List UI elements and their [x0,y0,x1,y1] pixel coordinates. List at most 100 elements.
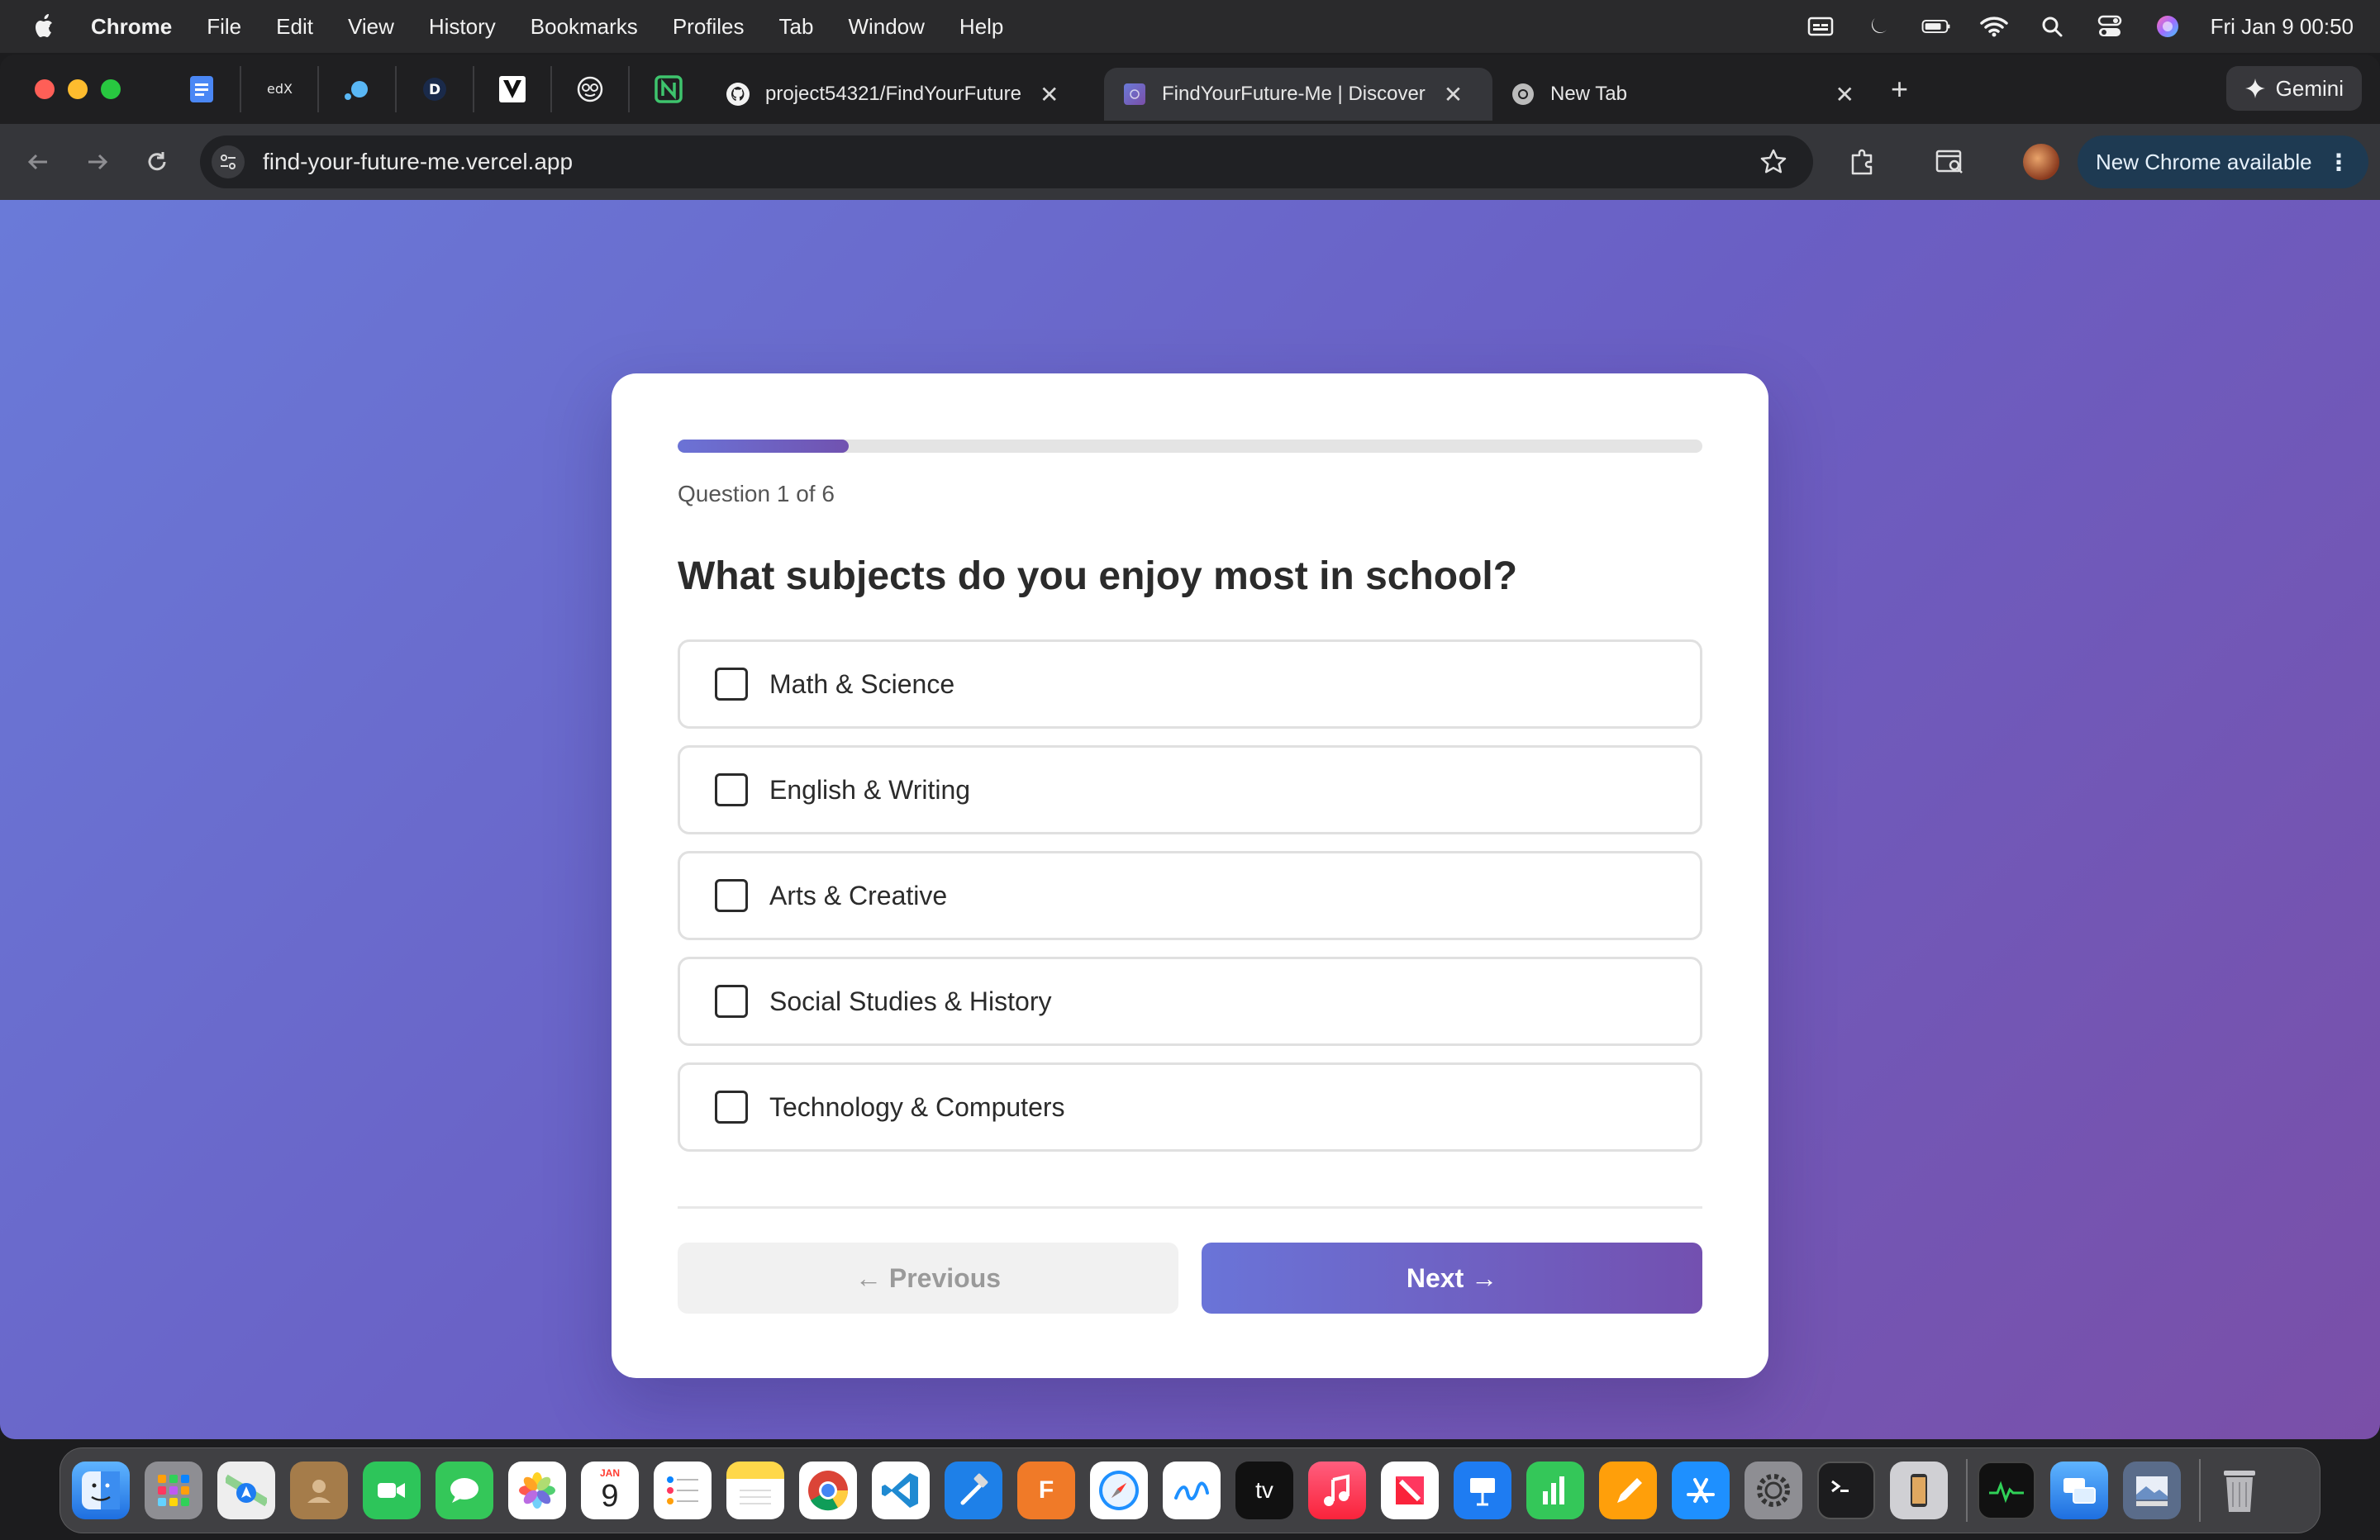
menu-app-name[interactable]: Chrome [91,14,172,40]
freeform-icon[interactable] [1163,1462,1221,1519]
app-store-icon[interactable] [1672,1462,1730,1519]
calendar-icon[interactable]: JAN 9 [581,1462,639,1519]
checkbox[interactable] [715,879,748,912]
numbers-icon[interactable] [1526,1462,1584,1519]
messages-icon[interactable] [436,1462,493,1519]
fusion-icon[interactable]: F [1017,1462,1075,1519]
pinned-tab-circle[interactable] [319,66,397,112]
close-tab-icon[interactable]: ✕ [1040,81,1059,108]
new-tab-plus-icon[interactable]: + [1891,72,1908,107]
terminal-icon[interactable] [1817,1462,1875,1519]
activity-monitor-icon[interactable] [1978,1462,2035,1519]
tab-active-findyourfuture[interactable]: FindYourFuture-Me | Discover ✕ [1104,68,1492,121]
battery-icon[interactable] [1921,15,1951,38]
option-english-writing[interactable]: English & Writing [678,745,1702,834]
option-label: Arts & Creative [769,880,948,910]
close-window-button[interactable] [35,79,55,99]
google-chrome-icon[interactable] [799,1462,857,1519]
vscode-icon[interactable] [872,1462,930,1519]
menu-help[interactable]: Help [959,14,1003,40]
menu-history[interactable]: History [429,14,496,40]
menu-profiles[interactable]: Profiles [673,14,745,40]
pinned-tab-mascot[interactable] [552,66,630,112]
caption-icon[interactable] [1806,15,1835,38]
option-technology-computers[interactable]: Technology & Computers [678,1062,1702,1152]
tab-search-icon[interactable] [1934,145,1967,178]
maps-icon[interactable] [217,1462,275,1519]
extensions-puzzle-icon[interactable] [1846,145,1879,178]
moon-icon[interactable] [1864,15,1893,38]
pages-icon[interactable] [1599,1462,1657,1519]
previous-button[interactable]: ← Previous [678,1243,1178,1314]
bookmark-star-icon[interactable] [1759,147,1788,177]
control-center-icon[interactable] [2095,15,2125,38]
site-settings-icon[interactable] [212,145,245,178]
pinned-tab-edx[interactable]: edX [241,66,319,112]
chrome-update-button[interactable]: New Chrome available ⋮ [2078,135,2368,188]
checkbox[interactable] [715,668,748,701]
launchpad-icon[interactable] [145,1462,202,1519]
more-menu-icon[interactable]: ⋮ [2327,149,2350,176]
xcode-hammer-icon[interactable] [945,1462,1002,1519]
address-bar[interactable]: find-your-future-me.vercel.app [200,135,1813,188]
screen-sharing-icon[interactable] [2050,1462,2108,1519]
gemini-button[interactable]: Gemini [2225,66,2362,111]
tab-title: FindYourFuture-Me | Discover [1162,83,1426,105]
iphone-mirroring-icon[interactable] [1890,1462,1948,1519]
tab-github[interactable]: project54321/FindYourFuture ✕ [707,68,1104,121]
finder-icon[interactable] [72,1462,130,1519]
facetime-icon[interactable] [363,1462,421,1519]
safari-icon[interactable] [1090,1462,1148,1519]
profile-avatar[interactable] [2023,144,2059,180]
zoom-window-button[interactable] [101,79,121,99]
option-math-science[interactable]: Math & Science [678,639,1702,729]
next-button[interactable]: Next → [1202,1243,1702,1314]
pinned-tab-v[interactable] [474,66,552,112]
trash-icon[interactable] [2211,1462,2268,1519]
close-tab-icon[interactable]: ✕ [1444,81,1463,108]
option-arts-creative[interactable]: Arts & Creative [678,851,1702,940]
forward-arrow-icon[interactable] [81,145,114,178]
reminders-icon[interactable] [654,1462,712,1519]
url-text[interactable]: find-your-future-me.vercel.app [263,149,573,175]
chrome-icon [1511,82,1535,107]
question-counter: Question 1 of 6 [678,481,835,506]
calendar-month: JAN [599,1467,620,1479]
pinned-tab-docs[interactable] [164,66,241,112]
tab-new-tab[interactable]: New Tab ✕ [1492,68,1873,121]
reload-icon[interactable] [140,145,174,178]
quiz-card: Question 1 of 6 What subjects do you enj… [612,373,1768,1378]
menu-bar-clock[interactable]: Fri Jan 9 00:50 [2211,14,2354,40]
menu-tab[interactable]: Tab [779,14,814,40]
option-social-studies-history[interactable]: Social Studies & History [678,957,1702,1046]
calendar-day: 9 [601,1479,619,1514]
checkbox[interactable] [715,1091,748,1124]
tab-title: New Tab [1550,83,1627,105]
notes-icon[interactable] [726,1462,784,1519]
minimize-window-button[interactable] [68,79,88,99]
menu-window[interactable]: Window [848,14,924,40]
apple-tv-icon[interactable]: tv [1235,1462,1293,1519]
svg-text:D: D [429,82,440,98]
menu-bookmarks[interactable]: Bookmarks [531,14,638,40]
system-settings-gear-icon[interactable] [1745,1462,1802,1519]
close-tab-icon[interactable]: ✕ [1835,81,1854,108]
contacts-icon[interactable] [290,1462,348,1519]
menu-edit[interactable]: Edit [276,14,313,40]
preview-icon[interactable] [2123,1462,2181,1519]
siri-icon[interactable] [2153,15,2182,38]
keynote-icon[interactable] [1454,1462,1511,1519]
checkbox[interactable] [715,985,748,1018]
menu-view[interactable]: View [348,14,394,40]
pinned-tab-n[interactable] [630,66,707,112]
wifi-icon[interactable] [1979,15,2009,38]
photos-icon[interactable] [508,1462,566,1519]
menu-file[interactable]: File [207,14,241,40]
pinned-tab-d[interactable]: D [397,66,474,112]
spotlight-search-icon[interactable] [2037,15,2067,38]
news-icon[interactable] [1381,1462,1439,1519]
apple-icon[interactable] [33,12,58,40]
checkbox[interactable] [715,773,748,806]
music-icon[interactable] [1308,1462,1366,1519]
back-arrow-icon[interactable] [21,145,55,178]
